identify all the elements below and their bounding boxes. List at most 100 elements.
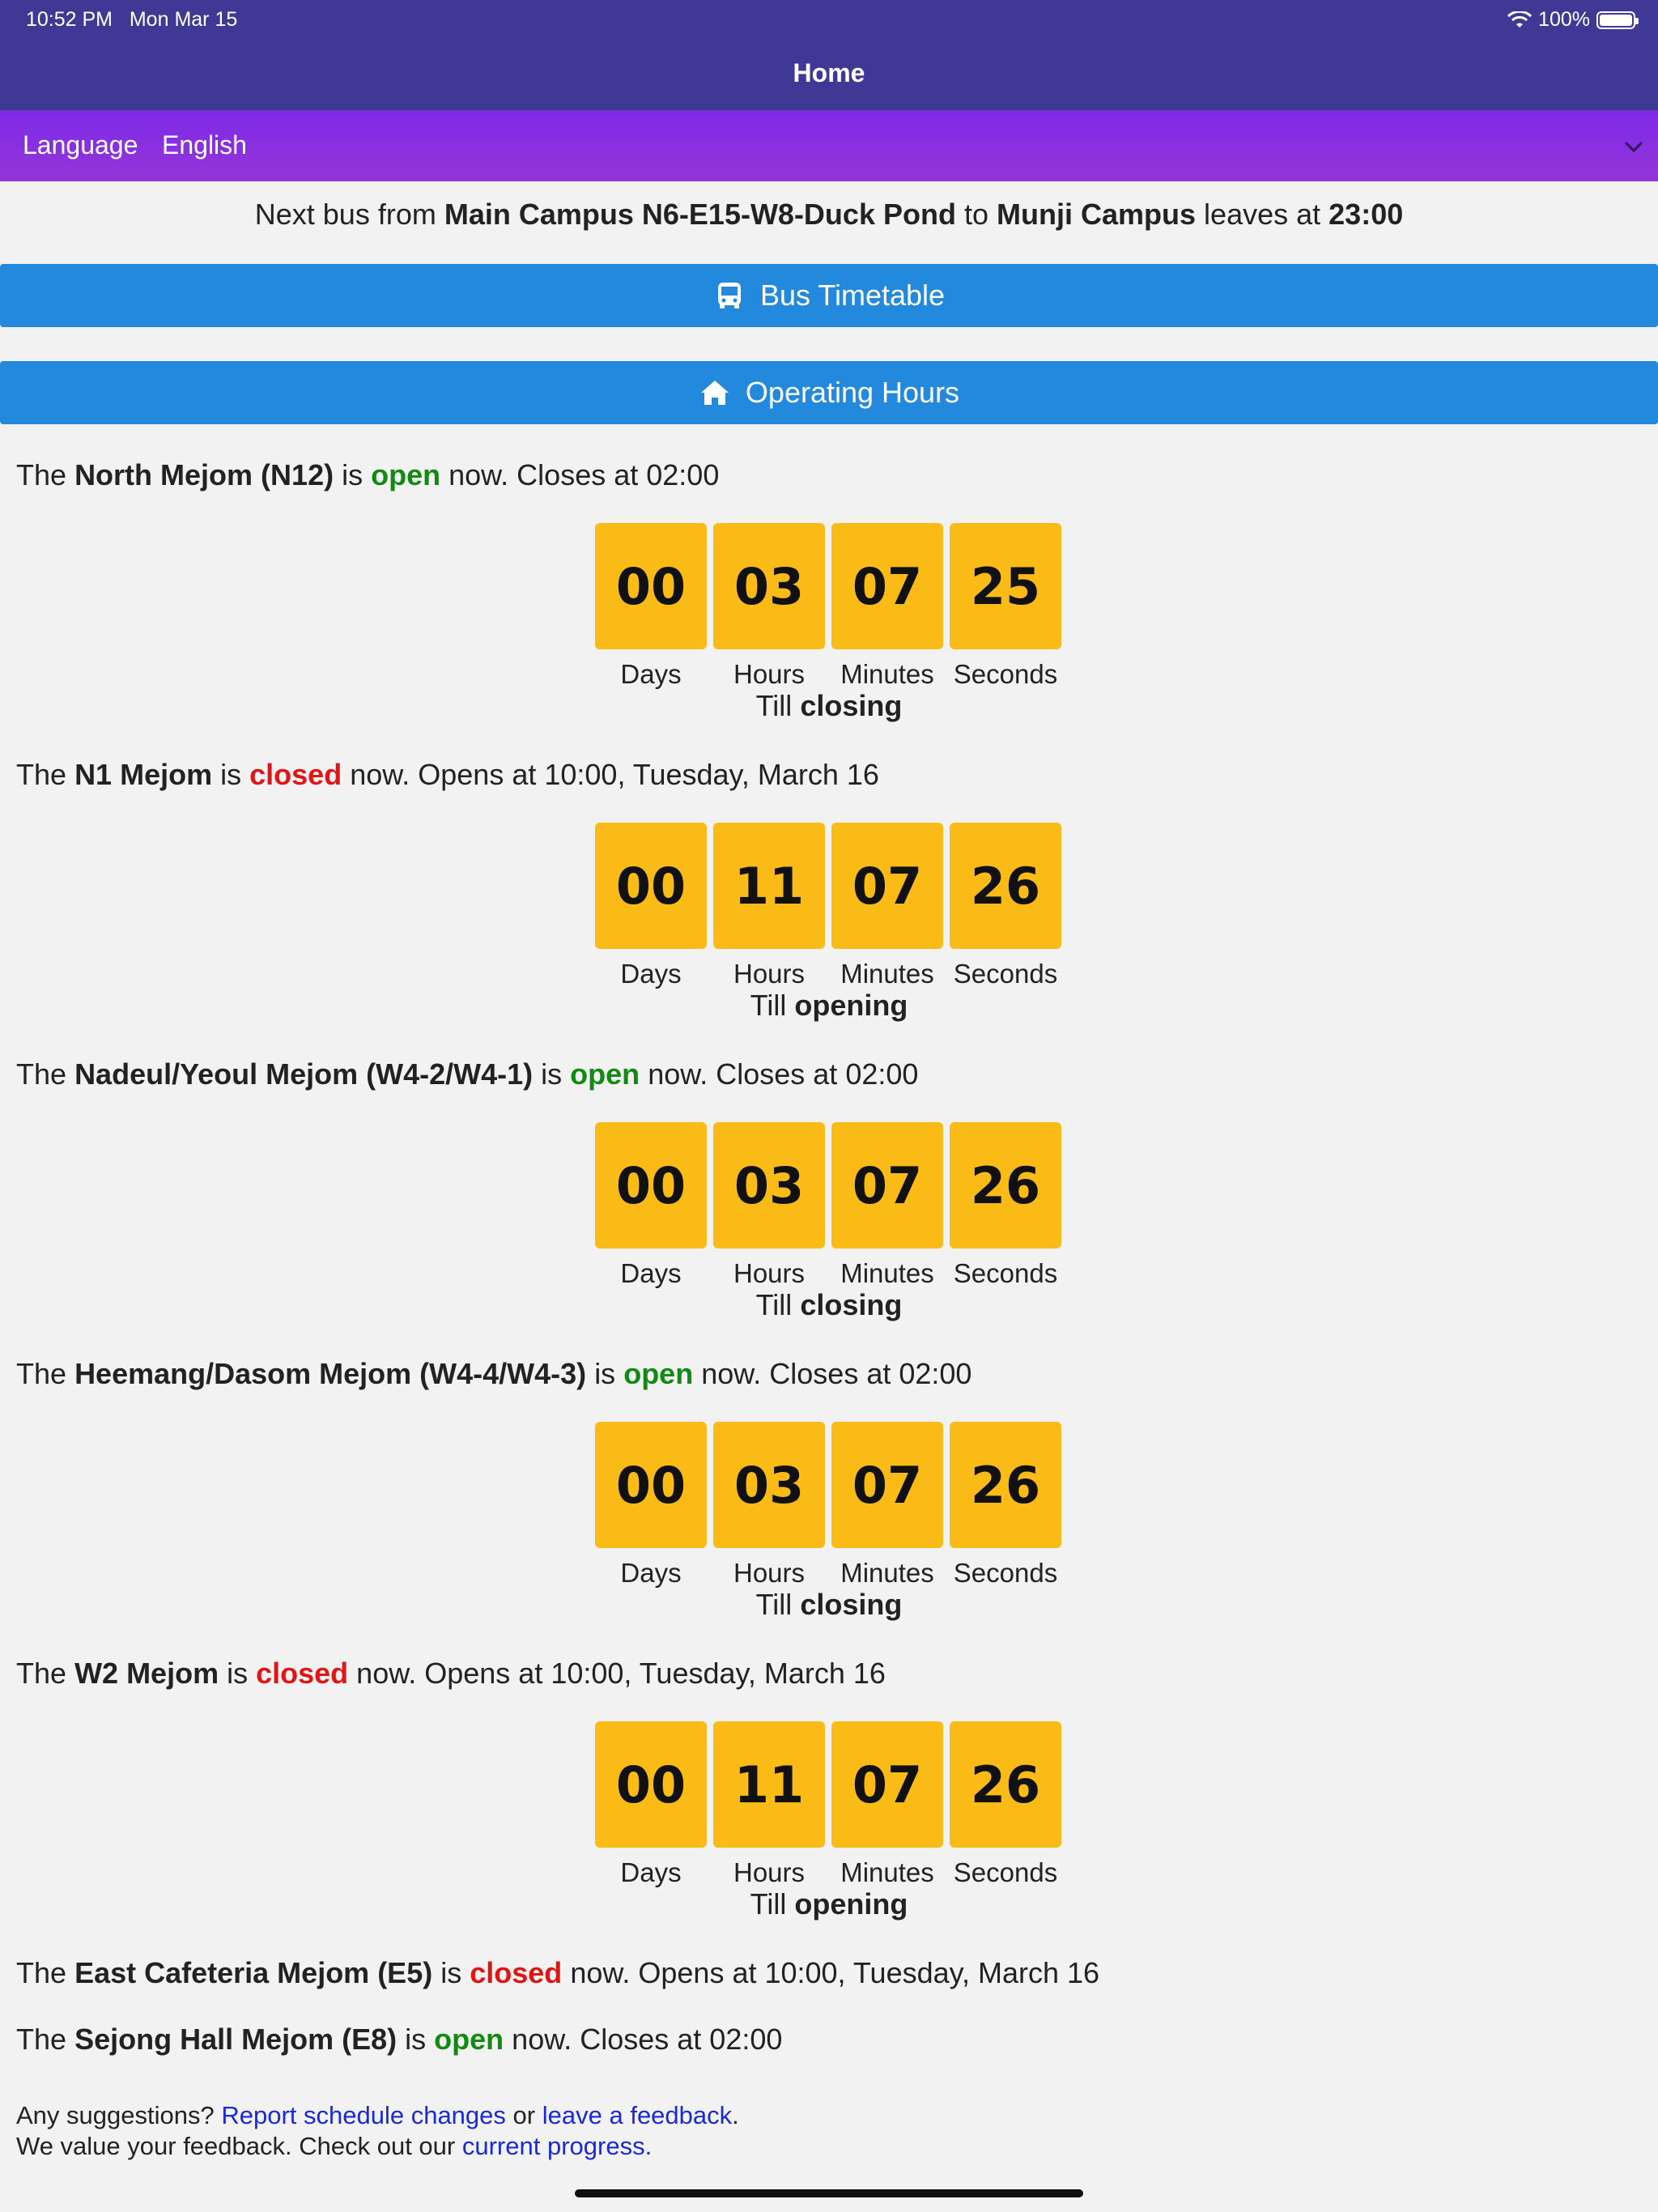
countdown-minutes-label: Minutes bbox=[840, 659, 934, 689]
venue-status-line: The East Cafeteria Mejom (E5) is closed … bbox=[16, 1956, 1099, 1990]
report-schedule-link[interactable]: Report schedule changes bbox=[221, 2101, 506, 2129]
countdown-caption: Till closing bbox=[0, 1288, 1658, 1322]
venue-section: The North Mejom (N12) is open now. Close… bbox=[0, 458, 1658, 725]
venue-is: is bbox=[541, 1057, 563, 1091]
countdown-days-label: Days bbox=[620, 1558, 682, 1588]
venue-status-line: The N1 Mejom is closed now. Opens at 10:… bbox=[16, 758, 879, 792]
footer-line-1: Any suggestions? Report schedule changes… bbox=[16, 2100, 739, 2131]
venue-is: is bbox=[342, 458, 363, 491]
venue-hours-text: now. Opens at 10:00, Tuesday, March 16 bbox=[350, 758, 879, 791]
venue-section: The Sejong Hall Mejom (E8) is open now. … bbox=[0, 2023, 1658, 2071]
venue-hours-text: now. Closes at 02:00 bbox=[648, 1057, 919, 1091]
status-date-text: Mon Mar 15 bbox=[129, 8, 238, 31]
footer-period: . bbox=[732, 2101, 739, 2129]
venue-status-badge: open bbox=[623, 1357, 694, 1390]
countdown-timer: 00 Days 03 Hours 07 Minutes 26 Seconds bbox=[595, 1422, 1065, 1588]
status-time-text: 10:52 PM bbox=[26, 8, 113, 31]
operating-hours-label: Operating Hours bbox=[745, 376, 960, 409]
countdown-seconds-label: Seconds bbox=[953, 1558, 1058, 1588]
page-title: Home bbox=[793, 58, 865, 87]
countdown-minutes-label: Minutes bbox=[840, 959, 934, 989]
chevron-down-icon[interactable] bbox=[1619, 132, 1648, 161]
till-word: Till bbox=[755, 689, 793, 722]
venue-section: The W2 Mejom is closed now. Opens at 10:… bbox=[0, 1657, 1658, 1924]
venue-status-badge: closed bbox=[470, 1956, 563, 1989]
language-label: Language bbox=[23, 130, 138, 160]
current-progress-link[interactable]: current progress. bbox=[462, 2132, 652, 2160]
countdown-days-value: 00 bbox=[595, 823, 707, 949]
venue-the: The bbox=[16, 1357, 67, 1390]
till-word: Till bbox=[755, 1288, 793, 1321]
venue-status-line: The Heemang/Dasom Mejom (W4-4/W4-3) is o… bbox=[16, 1357, 971, 1391]
till-target: opening bbox=[794, 1887, 908, 1921]
countdown-hours-label: Hours bbox=[733, 1558, 806, 1588]
countdown-seconds-label: Seconds bbox=[953, 959, 1058, 989]
venue-the: The bbox=[16, 1956, 67, 1989]
venue-hours-text: now. Closes at 02:00 bbox=[701, 1357, 972, 1390]
countdown-days-label: Days bbox=[620, 1258, 682, 1288]
leave-feedback-link[interactable]: leave a feedback bbox=[542, 2101, 732, 2129]
countdown-caption: Till closing bbox=[0, 1588, 1658, 1622]
wifi-icon bbox=[1507, 11, 1533, 28]
countdown-days-value: 00 bbox=[595, 523, 707, 649]
countdown-hours-label: Hours bbox=[733, 959, 806, 989]
venue-name: Nadeul/Yeoul Mejom (W4-2/W4-1) bbox=[74, 1057, 534, 1091]
countdown-days-label: Days bbox=[620, 659, 682, 689]
venue-is: is bbox=[405, 2023, 427, 2056]
operating-hours-button[interactable]: Operating Hours bbox=[0, 361, 1658, 424]
venue-hours-text: now. Closes at 02:00 bbox=[512, 2023, 783, 2056]
venue-name: East Cafeteria Mejom (E5) bbox=[74, 1956, 433, 1989]
countdown-seconds-value: 26 bbox=[950, 1122, 1061, 1249]
till-target: closing bbox=[800, 689, 903, 722]
venue-hours-text: now. Closes at 02:00 bbox=[449, 458, 720, 491]
venue-the: The bbox=[16, 1657, 67, 1690]
venue-is: is bbox=[227, 1657, 249, 1690]
countdown-hours-value: 03 bbox=[713, 1422, 825, 1548]
till-target: opening bbox=[794, 989, 908, 1022]
countdown-minutes-label: Minutes bbox=[840, 1558, 934, 1588]
countdown-minutes-label: Minutes bbox=[840, 1857, 934, 1887]
venue-section: The East Cafeteria Mejom (E5) is closed … bbox=[0, 1956, 1658, 2005]
footer-feedback-text: We value your feedback. Check out our bbox=[16, 2132, 456, 2160]
venue-the: The bbox=[16, 458, 67, 491]
countdown-seconds-value: 26 bbox=[950, 1422, 1061, 1548]
countdown-days-value: 00 bbox=[595, 1122, 707, 1249]
venue-section: The N1 Mejom is closed now. Opens at 10:… bbox=[0, 758, 1658, 1025]
venue-the: The bbox=[16, 758, 67, 791]
battery-percent: 100% bbox=[1538, 8, 1590, 31]
venue-name: Sejong Hall Mejom (E8) bbox=[74, 2023, 397, 2056]
countdown-hours-label: Hours bbox=[733, 1258, 806, 1288]
countdown-hours-value: 03 bbox=[713, 523, 825, 649]
till-target: closing bbox=[800, 1588, 903, 1621]
venue-is: is bbox=[440, 1956, 462, 1989]
language-selector[interactable]: Language English bbox=[0, 110, 1658, 181]
venue-status-badge: closed bbox=[249, 758, 342, 791]
bus-timetable-button[interactable]: Bus Timetable bbox=[0, 264, 1658, 327]
till-word: Till bbox=[750, 989, 787, 1022]
footer: Any suggestions? Report schedule changes… bbox=[16, 2100, 739, 2162]
countdown-minutes-value: 07 bbox=[831, 1122, 943, 1249]
venue-status-line: The North Mejom (N12) is open now. Close… bbox=[16, 458, 719, 492]
venue-is: is bbox=[220, 758, 242, 791]
countdown-minutes-value: 07 bbox=[831, 1422, 943, 1548]
next-bus-destination: Munji Campus bbox=[997, 198, 1197, 231]
bus-icon bbox=[717, 283, 741, 308]
venue-name: Heemang/Dasom Mejom (W4-4/W4-3) bbox=[74, 1357, 587, 1390]
venue-name: N1 Mejom bbox=[74, 758, 213, 791]
countdown-minutes-label: Minutes bbox=[840, 1258, 934, 1288]
status-bar-time: 10:52 PM Mon Mar 15 bbox=[26, 8, 237, 32]
venue-hours-text: now. Opens at 10:00, Tuesday, March 16 bbox=[356, 1657, 886, 1690]
countdown-caption: Till closing bbox=[0, 689, 1658, 723]
venue-status-line: The W2 Mejom is closed now. Opens at 10:… bbox=[16, 1657, 886, 1691]
venue-the: The bbox=[16, 1057, 67, 1091]
venue-status-line: The Nadeul/Yeoul Mejom (W4-2/W4-1) is op… bbox=[16, 1057, 918, 1091]
countdown-days-label: Days bbox=[620, 1857, 682, 1887]
venue-section: The Heemang/Dasom Mejom (W4-4/W4-3) is o… bbox=[0, 1357, 1658, 1624]
countdown-hours-label: Hours bbox=[733, 1857, 806, 1887]
countdown-seconds-value: 26 bbox=[950, 823, 1061, 949]
next-bus-origin: Main Campus N6-E15-W8-Duck Pond bbox=[444, 198, 956, 231]
countdown-seconds-label: Seconds bbox=[953, 1857, 1058, 1887]
venue-status-badge: closed bbox=[256, 1657, 349, 1690]
countdown-timer: 00 Days 03 Hours 07 Minutes 25 Seconds bbox=[595, 523, 1065, 689]
language-value[interactable]: English bbox=[162, 130, 247, 160]
